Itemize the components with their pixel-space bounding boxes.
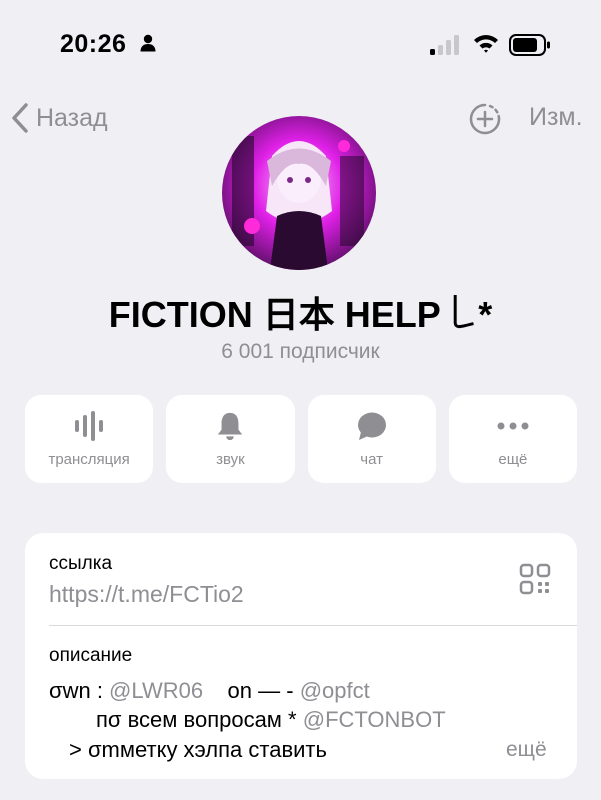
action-buttons: трансляция звук чат ещё	[25, 395, 577, 483]
owner-mention[interactable]: @LWR06	[109, 678, 203, 703]
back-label: Назад	[36, 103, 108, 132]
avatar-image	[222, 116, 376, 270]
channel-avatar[interactable]	[222, 116, 376, 270]
subscriber-count: 6 001 подписчик	[221, 340, 380, 363]
description-line-1: σwn : @LWR06 on — - @opfct	[49, 678, 370, 704]
battery-icon	[509, 34, 550, 56]
status-time: 20:26	[60, 30, 127, 58]
edit-button[interactable]: Изм.	[529, 103, 583, 132]
description-caption: описание	[49, 645, 133, 666]
sound-button[interactable]: звук	[166, 395, 295, 483]
person-icon	[140, 34, 156, 52]
more-button[interactable]: ещё	[448, 395, 577, 483]
add-circle-icon[interactable]	[468, 102, 502, 136]
questions-label: пσ всем вопросам *	[96, 707, 303, 732]
back-button[interactable]: Назад	[10, 100, 108, 136]
more-label: ещё	[498, 451, 528, 468]
qr-code-icon[interactable]	[519, 563, 551, 595]
chevron-left-icon	[12, 103, 28, 133]
divider	[49, 625, 577, 626]
chat-button[interactable]: чат	[307, 395, 436, 483]
cellular-signal-icon	[430, 35, 459, 55]
channel-link[interactable]: https://t.me/FCTio2	[49, 581, 244, 608]
description-line-2: пσ всем вопросам * @FCTONBOT	[96, 707, 446, 733]
channel-title: FICTION 日本 HELP ꒒*	[108, 294, 493, 335]
status-bar: 20:26	[0, 0, 601, 90]
live-stream-button[interactable]: трансляция	[25, 395, 154, 483]
chat-label: чат	[360, 451, 383, 468]
owner-label: σwn :	[49, 678, 110, 703]
more-dots-icon	[497, 422, 529, 430]
sound-label: звук	[216, 451, 245, 468]
live-stream-icon	[75, 411, 104, 441]
wifi-icon	[474, 35, 498, 53]
description-more-link[interactable]: ещё	[506, 738, 547, 762]
info-card: ссылка https://t.me/FCTio2 описание σwn …	[25, 533, 577, 779]
description-line-3: > σmметку хэлпа ставить	[69, 737, 327, 762]
link-caption: ссылка	[49, 553, 113, 574]
on-label: on — -	[203, 678, 300, 703]
chat-bubble-icon	[357, 412, 386, 440]
opfct-mention[interactable]: @opfct	[300, 678, 370, 703]
bell-icon	[218, 412, 243, 441]
live-stream-label: трансляция	[48, 451, 130, 468]
bot-mention[interactable]: @FCTONBOT	[303, 707, 446, 732]
